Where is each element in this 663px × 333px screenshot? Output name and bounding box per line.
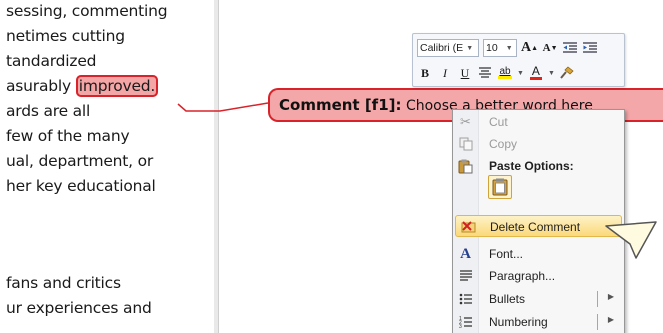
numbering-icon: 123	[457, 314, 474, 330]
decrease-indent-icon	[563, 42, 578, 53]
doc-line: tandardized	[6, 52, 97, 70]
chevron-down-icon[interactable]: ▼	[506, 45, 513, 52]
menu-item-label: Cut	[489, 115, 508, 129]
font-color-swatch	[529, 77, 542, 80]
bold-button[interactable]: B	[417, 64, 433, 82]
bullets-icon	[457, 291, 474, 307]
format-painter-button[interactable]	[559, 64, 575, 82]
menu-item-cut[interactable]: ✂ Cut	[453, 111, 624, 133]
svg-text:3: 3	[459, 324, 462, 329]
document-page[interactable]: sessing, commenting netimes cutting tand…	[0, 0, 214, 333]
chevron-down-icon[interactable]: ▼	[466, 45, 473, 52]
doc-line: fans and critics	[6, 274, 121, 292]
submenu-arrow-icon[interactable]: ▶	[608, 315, 614, 324]
highlight-button[interactable]: ab	[497, 64, 513, 82]
underline-button[interactable]: U	[457, 64, 473, 82]
paragraph-icon	[457, 268, 474, 284]
menu-item-label: Copy	[489, 137, 518, 151]
doc-line: asurably improved.	[6, 75, 159, 97]
menu-item-paste-options: Paste Options:	[453, 155, 624, 177]
submenu-arrow-icon[interactable]: ▶	[608, 292, 614, 301]
doc-line: netimes cutting	[6, 27, 125, 45]
highlight-color-swatch	[498, 76, 512, 79]
menu-item-label: Paste Options:	[489, 159, 574, 173]
increase-indent-icon	[583, 42, 598, 53]
grow-font-icon: A	[521, 40, 532, 55]
copy-icon	[457, 136, 474, 152]
font-color-button[interactable]: A	[528, 64, 544, 82]
submenu-divider	[597, 291, 598, 307]
menu-item-font[interactable]: A Font...	[453, 243, 624, 265]
doc-line: few of the many	[6, 127, 130, 145]
doc-line: her key educational	[6, 177, 156, 195]
menu-item-copy[interactable]: Copy	[453, 133, 624, 155]
chevron-down-icon[interactable]: ▼	[548, 70, 555, 77]
comment-label: Comment [f1]:	[279, 96, 402, 114]
mini-toolbar: Calibri (E ▼ 10 ▼ A ▲ A ▼ B I U ab ▼ A ▼	[412, 33, 625, 87]
menu-item-paragraph[interactable]: Paragraph...	[453, 265, 624, 287]
shrink-font-button[interactable]: A ▼	[542, 39, 558, 57]
doc-line: ards are all	[6, 102, 91, 120]
format-painter-icon	[560, 66, 574, 79]
doc-line: ual, department, or	[6, 152, 154, 170]
menu-item-label: Delete Comment	[490, 220, 581, 234]
chevron-down-icon[interactable]: ▼	[517, 70, 524, 77]
menu-item-numbering[interactable]: 123 Numbering ▶	[453, 311, 624, 333]
paste-keep-formatting-button[interactable]	[488, 175, 512, 199]
font-size-value: 10	[486, 42, 498, 54]
font-color-icon: A	[531, 64, 540, 78]
doc-line: sessing, commenting	[6, 2, 168, 20]
menu-item-label: Paragraph...	[489, 269, 556, 283]
shrink-font-icon: A	[542, 42, 551, 54]
italic-button[interactable]: I	[437, 64, 453, 82]
doc-line-text: asurably	[6, 77, 76, 95]
paste-icon	[457, 158, 474, 174]
increase-indent-button[interactable]	[582, 39, 598, 57]
menu-item-label: Font...	[489, 247, 524, 261]
delete-comment-icon	[460, 219, 477, 235]
clipboard-icon	[492, 178, 508, 196]
font-name-combo[interactable]: Calibri (E ▼	[417, 39, 479, 57]
mouse-pointer-icon	[605, 221, 657, 259]
decrease-indent-button[interactable]	[562, 39, 578, 57]
center-align-icon	[479, 67, 491, 78]
menu-item-bullets[interactable]: Bullets ▶	[453, 288, 624, 310]
menu-item-delete-comment[interactable]: Delete Comment	[455, 215, 622, 237]
grow-font-button[interactable]: A ▲	[521, 39, 538, 57]
menu-item-label: Bullets	[489, 292, 526, 306]
menu-item-label: Numbering	[489, 315, 548, 329]
scissors-icon: ✂	[460, 114, 471, 129]
submenu-divider	[597, 314, 598, 330]
font-size-combo[interactable]: 10 ▼	[483, 39, 517, 57]
font-icon: A	[460, 245, 471, 262]
highlight-icon: ab	[499, 66, 511, 77]
commented-text[interactable]: improved.	[75, 75, 159, 97]
center-align-button[interactable]	[477, 64, 493, 82]
font-name-value: Calibri (E	[420, 42, 464, 54]
doc-line: ur experiences and	[6, 299, 152, 317]
